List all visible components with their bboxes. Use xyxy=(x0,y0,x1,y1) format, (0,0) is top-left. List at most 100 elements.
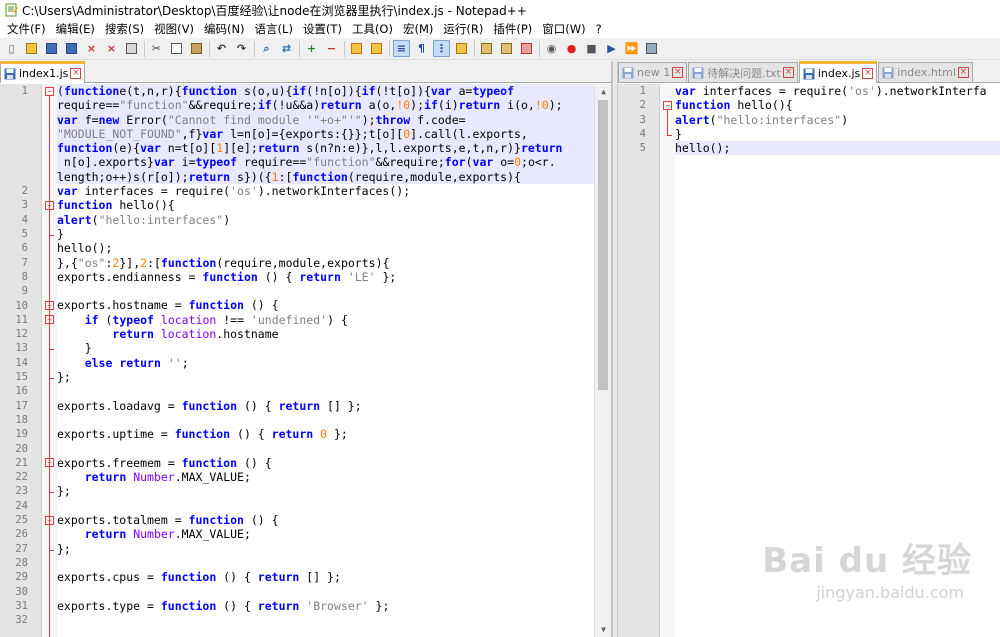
code-line[interactable]: return Number.MAX_VALUE; xyxy=(57,527,611,541)
code-line[interactable]: },{"os":2}],2:[function(require,module,e… xyxy=(57,256,611,270)
tab-new-1[interactable]: new 1 × xyxy=(618,62,688,82)
code-line[interactable]: alert("hello:interfaces") xyxy=(675,113,1000,127)
doc-map-icon[interactable] xyxy=(478,40,495,57)
macro-play-multi-icon[interactable]: ⏩ xyxy=(623,40,640,57)
fold-toggle-icon[interactable]: − xyxy=(663,100,672,110)
code-line[interactable] xyxy=(57,499,611,513)
tab-待解决问题-txt[interactable]: 待解决问题.txt × xyxy=(688,62,798,82)
sync-horizontal-icon[interactable] xyxy=(368,40,385,57)
save-all-icon[interactable] xyxy=(63,40,80,57)
code-line[interactable]: length;o++)s(r[o]);return s})({1:[functi… xyxy=(57,169,611,185)
code-line[interactable]: exports.hostname = function () { xyxy=(57,298,611,312)
save-icon[interactable] xyxy=(43,40,60,57)
code-line[interactable]: else return ''; xyxy=(57,356,611,370)
scroll-up-arrow-icon[interactable]: ▲ xyxy=(595,84,611,99)
code-line[interactable]: var f=new Error("Cannot find module '"+o… xyxy=(57,112,611,127)
code-line[interactable] xyxy=(57,384,611,398)
tab-index-js[interactable]: index.js × xyxy=(798,61,878,83)
menu-item-2[interactable]: 搜索(S) xyxy=(100,21,149,37)
macro-stop-icon[interactable]: ■ xyxy=(583,40,600,57)
menu-item-0[interactable]: 文件(F) xyxy=(2,21,51,37)
menu-item-6[interactable]: 设置(T) xyxy=(298,21,347,37)
cut-icon[interactable]: ✂ xyxy=(148,40,165,57)
macro-play-icon[interactable]: ▶ xyxy=(603,40,620,57)
code-line[interactable]: var interfaces = require('os').networkIn… xyxy=(57,184,611,198)
tab-index1-js[interactable]: index1.js × xyxy=(0,61,86,83)
code-line[interactable]: hello(); xyxy=(675,141,1000,156)
code-line[interactable]: if (typeof location !== 'undefined') { xyxy=(57,313,611,327)
monitor-icon[interactable]: ◉ xyxy=(543,40,560,57)
vertical-scrollbar[interactable]: ▲ ▼ xyxy=(594,84,611,637)
folder-workspace-icon[interactable] xyxy=(518,40,535,57)
user-lang-icon[interactable] xyxy=(453,40,470,57)
code-line[interactable]: } xyxy=(57,341,611,355)
menu-item-12[interactable]: ? xyxy=(591,22,607,36)
code-line[interactable] xyxy=(57,413,611,427)
close-all-icon[interactable]: × xyxy=(103,40,120,57)
close-tab-icon[interactable]: × xyxy=(672,67,684,78)
code-line[interactable]: } xyxy=(675,127,1000,141)
indent-guide-icon[interactable]: ⋮ xyxy=(433,40,450,57)
code-line[interactable]: hello(); xyxy=(57,241,611,255)
zoom-in-icon[interactable]: + xyxy=(303,40,320,57)
left-editor[interactable]: (functione(t,n,r){function s(o,u){if(!n[… xyxy=(0,84,611,637)
replace-icon[interactable]: ⇄ xyxy=(278,40,295,57)
menu-item-7[interactable]: 工具(O) xyxy=(347,21,398,37)
code-line[interactable]: return Number.MAX_VALUE; xyxy=(57,470,611,484)
code-line[interactable]: exports.uptime = function () { return 0 … xyxy=(57,427,611,441)
code-line[interactable]: alert("hello:interfaces") xyxy=(57,213,611,227)
macro-save-icon[interactable] xyxy=(643,40,660,57)
zoom-out-icon[interactable]: − xyxy=(323,40,340,57)
code-line[interactable]: exports.freemem = function () { xyxy=(57,456,611,470)
code-line[interactable]: function hello(){ xyxy=(57,198,611,212)
close-tab-icon[interactable]: × xyxy=(957,67,969,78)
word-wrap-icon[interactable]: ≡ xyxy=(393,40,410,57)
code-line[interactable]: require=="function"&&require;if(!u&&a)re… xyxy=(57,98,611,113)
find-icon[interactable]: ⌕ xyxy=(258,40,275,57)
show-all-chars-icon[interactable]: ¶ xyxy=(413,40,430,57)
code-line[interactable]: return location.hostname xyxy=(57,327,611,341)
copy-icon[interactable] xyxy=(168,40,185,57)
code-line[interactable] xyxy=(57,284,611,298)
menu-item-4[interactable]: 编码(N) xyxy=(199,21,250,37)
code-line[interactable]: var interfaces = require('os').networkIn… xyxy=(675,84,1000,98)
menu-item-8[interactable]: 宏(M) xyxy=(398,21,438,37)
code-line[interactable]: }; xyxy=(57,542,611,556)
print-icon[interactable] xyxy=(123,40,140,57)
undo-icon[interactable]: ↶ xyxy=(213,40,230,57)
macro-record-icon[interactable]: ● xyxy=(563,40,580,57)
code-line[interactable]: exports.type = function () { return 'Bro… xyxy=(57,599,611,613)
code-line[interactable] xyxy=(57,556,611,570)
code-line[interactable]: exports.totalmem = function () { xyxy=(57,513,611,527)
scroll-down-arrow-icon[interactable]: ▼ xyxy=(595,622,611,637)
code-line[interactable]: (functione(t,n,r){function s(o,u){if(!n[… xyxy=(57,84,611,99)
function-list-icon[interactable] xyxy=(498,40,515,57)
code-line[interactable]: exports.loadavg = function () { return [… xyxy=(57,399,611,413)
code-line[interactable]: }; xyxy=(57,370,611,384)
code-line[interactable]: function(e){var n=t[o][1][e];return s(n?… xyxy=(57,141,611,156)
menu-item-1[interactable]: 编辑(E) xyxy=(51,21,100,37)
code-area[interactable]: (functione(t,n,r){function s(o,u){if(!n[… xyxy=(57,84,611,627)
menu-item-10[interactable]: 插件(P) xyxy=(488,21,537,37)
code-area[interactable]: var interfaces = require('os').networkIn… xyxy=(675,84,1000,156)
code-line[interactable] xyxy=(57,441,611,455)
close-tab-icon[interactable]: × xyxy=(70,68,82,79)
scrollbar-thumb[interactable] xyxy=(598,100,608,390)
close-icon[interactable]: × xyxy=(83,40,100,57)
code-line[interactable]: "MODULE_NOT_FOUND",f}var l=n[o]={exports… xyxy=(57,126,611,142)
code-line[interactable]: exports.cpus = function () { return [] }… xyxy=(57,570,611,584)
tab-index-html[interactable]: index.html × xyxy=(878,62,973,82)
code-line[interactable]: exports.endianness = function () { retur… xyxy=(57,270,611,284)
fold-toggle-icon[interactable]: − xyxy=(45,86,54,96)
close-tab-icon[interactable]: × xyxy=(782,67,794,78)
code-line[interactable]: } xyxy=(57,227,611,241)
right-editor[interactable]: var interfaces = require('os').networkIn… xyxy=(618,84,1000,637)
menu-item-9[interactable]: 运行(R) xyxy=(438,21,488,37)
code-line[interactable] xyxy=(57,584,611,598)
menu-item-3[interactable]: 视图(V) xyxy=(149,21,199,37)
paste-icon[interactable] xyxy=(188,40,205,57)
open-file-icon[interactable] xyxy=(23,40,40,57)
menu-item-5[interactable]: 语言(L) xyxy=(250,21,298,37)
sync-vertical-icon[interactable] xyxy=(348,40,365,57)
code-line[interactable]: function hello(){ xyxy=(675,98,1000,112)
